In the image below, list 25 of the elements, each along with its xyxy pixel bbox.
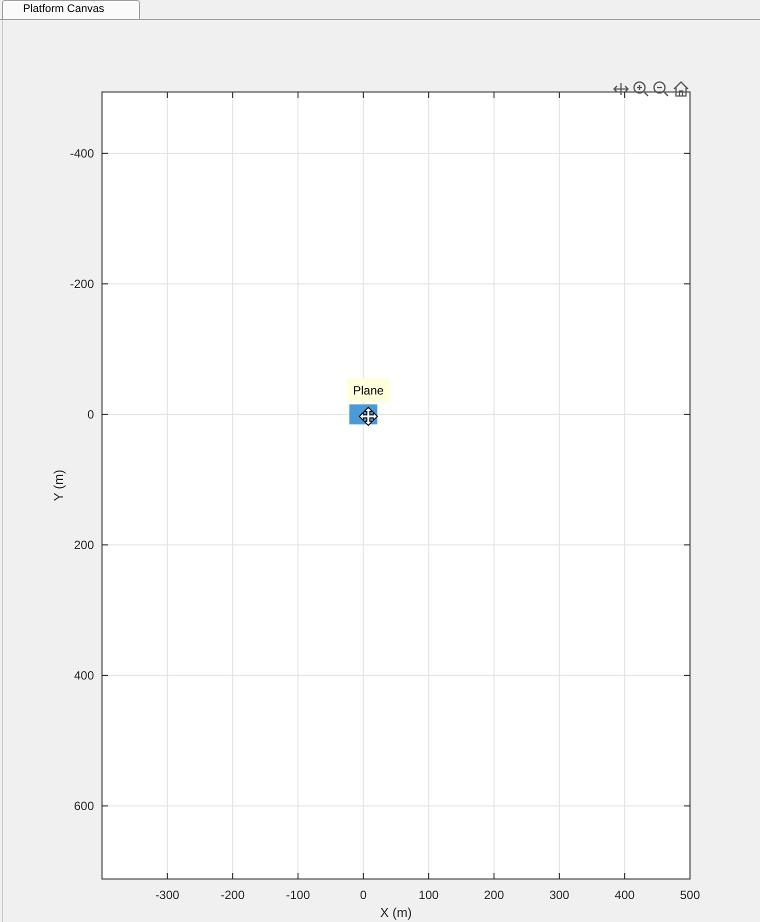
tick-label: 400 <box>74 668 94 682</box>
tick-label: -200 <box>220 888 245 902</box>
axis-label: Y (m) <box>51 470 66 502</box>
tick-label: 400 <box>614 888 635 902</box>
axis-label: X (m) <box>380 905 412 920</box>
tick-label: 0 <box>360 888 367 902</box>
tick-label: -300 <box>155 888 180 902</box>
tick-label: -100 <box>286 888 310 902</box>
platform-label: Plane <box>347 378 390 402</box>
home-icon[interactable] <box>673 81 689 97</box>
tick-label: 200 <box>74 538 94 552</box>
tick-label: 600 <box>74 798 94 813</box>
tick-label: 200 <box>484 888 504 902</box>
move-cursor-icon <box>358 406 378 426</box>
zoom-out-icon[interactable] <box>653 81 669 97</box>
zoom-in-icon[interactable] <box>633 81 649 97</box>
tick-label: -400 <box>70 146 94 160</box>
tick-label: 100 <box>418 888 439 902</box>
tick-label: 500 <box>680 888 700 902</box>
tick-label: 300 <box>549 888 570 902</box>
series-label: Plane <box>352 383 384 398</box>
tick-label: 0 <box>87 407 94 422</box>
pan-icon[interactable] <box>613 82 629 96</box>
canvas-tab[interactable]: Platform Canvas <box>2 0 140 19</box>
tick-label: -200 <box>70 276 94 291</box>
